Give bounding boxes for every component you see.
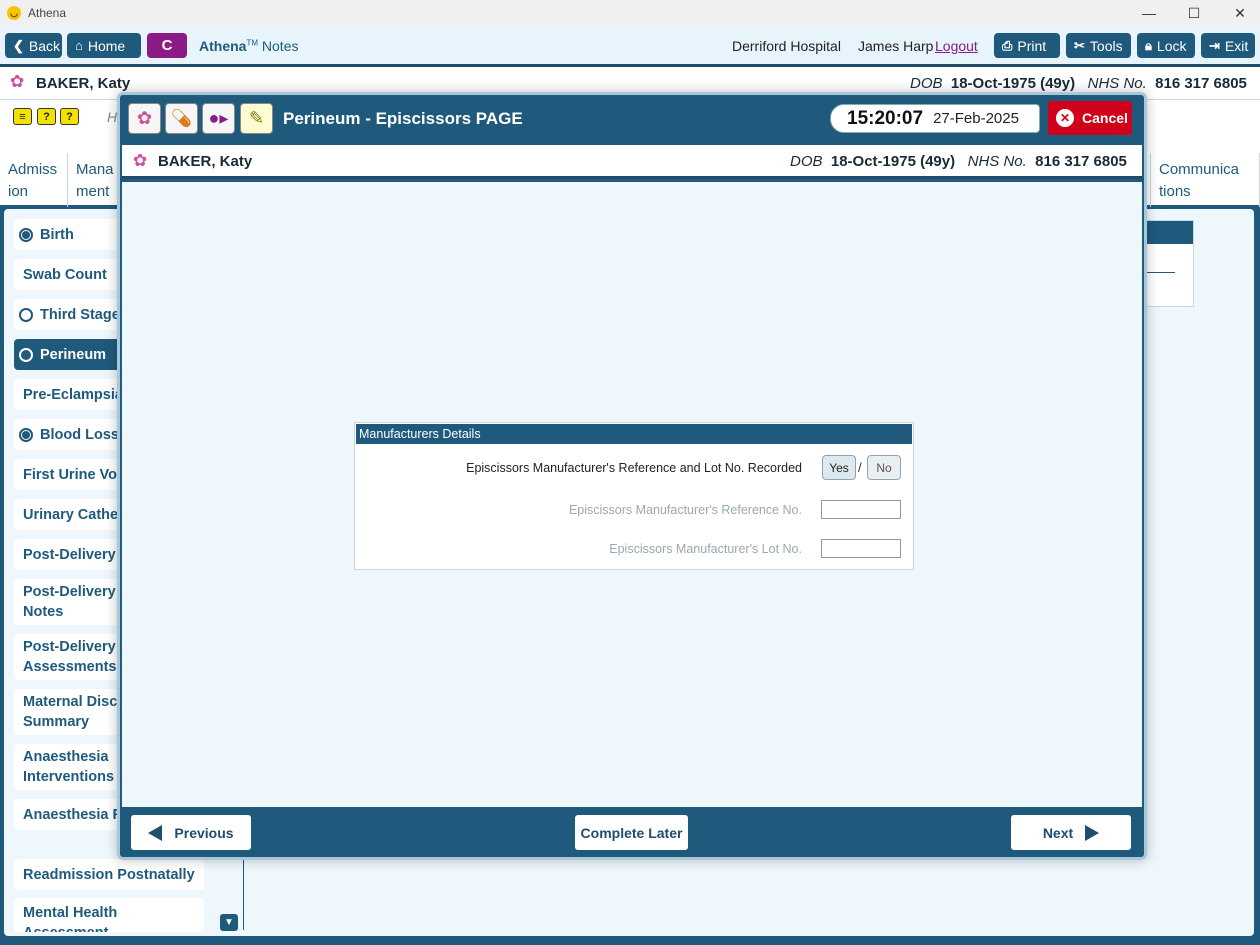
medication-icon[interactable]: 💊︎ (165, 103, 198, 134)
complete-later-button[interactable]: Complete Later (575, 815, 688, 850)
current-date: 27-Feb-2025 (933, 110, 1019, 127)
current-time: 15:20:07 (847, 107, 924, 129)
background-letter: H (107, 109, 118, 125)
dialog-patient-banner: ✿ BAKER, Katy DOB 18-Oct-1975 (49y) NHS … (122, 145, 1142, 179)
tab-management[interactable]: Mana ment (68, 153, 120, 207)
guidance-icon[interactable]: ≡ (13, 108, 32, 125)
home-icon: ⌂ (75, 38, 83, 53)
sidebar-divider (243, 858, 244, 930)
reference-no-label: Episcissors Manufacturer's Reference No. (568, 503, 802, 517)
no-button[interactable]: No (867, 455, 901, 480)
previous-button[interactable]: Previous (131, 815, 251, 850)
maximize-icon[interactable]: ☐ (1171, 0, 1217, 26)
close-window-icon[interactable]: ✕ (1217, 0, 1260, 26)
clock-display: 15:20:07 27-Feb-2025 (830, 104, 1040, 133)
patient-name: BAKER, Katy (158, 153, 253, 170)
next-button[interactable]: Next (1011, 815, 1131, 850)
radio-filled-icon (19, 427, 33, 442)
patient-name: BAKER, Katy (36, 75, 131, 92)
flower-icon[interactable]: ✿ (128, 103, 161, 134)
patient-details: DOB 18-Oct-1975 (49y) NHS No. 816 317 68… (790, 153, 1127, 170)
close-circle-icon: ✕ (1056, 109, 1074, 127)
lock-button[interactable]: 🔒︎ Lock (1137, 33, 1195, 58)
radio-empty-icon (19, 347, 33, 362)
sidebar-item-mental-health-assessment[interactable]: Mental Health Assessment (14, 898, 204, 932)
window-titlebar: ◡ Athena — ☐ ✕ (0, 0, 1260, 26)
reference-no-input[interactable] (821, 500, 901, 519)
lot-no-label: Episcissors Manufacturer's Lot No. (609, 542, 802, 556)
print-button[interactable]: ⎙ Print (994, 33, 1060, 58)
radio-filled-icon (19, 227, 33, 242)
minimize-icon[interactable]: — (1126, 0, 1172, 26)
arrow-left-icon (148, 824, 163, 841)
cancel-button[interactable]: ✕ Cancel (1048, 101, 1132, 135)
patient-details: DOB 18-Oct-1975 (49y) NHS No. 816 317 68… (910, 75, 1247, 92)
hospital-name: Derriford Hospital (732, 38, 841, 54)
question-icon[interactable]: ? (60, 108, 79, 125)
yes-no-separator: / (858, 460, 862, 475)
exit-button[interactable]: ⇥ Exit (1201, 33, 1255, 58)
flower-icon: ✿ (133, 151, 148, 170)
sidebar-item-maternal-discharge-summary[interactable]: Maternal Disc Summary (14, 689, 119, 735)
printer-icon: ⎙ (1002, 37, 1013, 53)
c-button[interactable]: C (147, 33, 187, 58)
recorded-question-label: Episcissors Manufacturer's Reference and… (466, 461, 802, 475)
episcissors-dialog: ✿ 💊︎ ●▸ ✎ Perineum - Episcissors PAGE 15… (117, 92, 1147, 860)
main-toolbar: ❮ Back ⌂ Home C AthenaTM Notes Derriford H… (0, 26, 1260, 64)
window-title: Athena (28, 6, 67, 20)
manufacturers-details-panel: Manufacturers Details Episcissors Manufa… (354, 422, 914, 570)
tools-button[interactable]: ✂ Tools (1066, 33, 1131, 58)
app-brand: AthenaTM Notes (199, 38, 299, 54)
dialog-footer: Previous Complete Later Next (120, 807, 1144, 857)
lot-no-input[interactable] (821, 539, 901, 558)
user-name: James Harp (858, 38, 934, 54)
chevron-left-icon: ❮ (13, 37, 24, 53)
back-button[interactable]: ❮ Back (5, 33, 62, 58)
notes-icon[interactable]: ✎ (240, 103, 273, 134)
panel-heading: Manufacturers Details (356, 424, 912, 444)
scroll-down-icon[interactable]: ▼ (220, 914, 238, 931)
sidebar-item-anaesthesia-interventions[interactable]: Anaesthesia Interventions (14, 744, 119, 790)
sidebar-item-post-delivery-assessments[interactable]: Post-Delivery Assessments (14, 634, 119, 680)
athena-logo-icon: ◡ (7, 6, 21, 20)
arrow-right-icon (1085, 824, 1100, 841)
tools-icon: ✂ (1074, 37, 1085, 53)
yes-button[interactable]: Yes (822, 455, 856, 480)
lock-icon: 🔒︎ (1145, 37, 1152, 53)
tab-communications[interactable]: Communica tions (1150, 153, 1260, 207)
person-arrow-icon[interactable]: ●▸ (202, 103, 235, 134)
dialog-header: ✿ 💊︎ ●▸ ✎ Perineum - Episcissors PAGE 15… (120, 95, 1144, 141)
sidebar-item-readmission-postnatally[interactable]: Readmission Postnatally (14, 859, 204, 890)
flower-icon: ✿ (10, 72, 25, 91)
radio-empty-icon (19, 307, 33, 322)
dialog-body: Manufacturers Details Episcissors Manufa… (122, 182, 1142, 807)
home-button[interactable]: ⌂ Home (67, 33, 141, 58)
sidebar-item-post-delivery-notes[interactable]: Post-Delivery Notes (14, 579, 119, 625)
dialog-title: Perineum - Episcissors PAGE (283, 109, 523, 128)
exit-icon: ⇥ (1209, 37, 1220, 53)
background-panel (1140, 220, 1194, 307)
help-icon[interactable]: ? (37, 108, 56, 125)
tab-admission[interactable]: Admiss ion (0, 153, 68, 207)
logout-link[interactable]: Logout (935, 38, 978, 54)
